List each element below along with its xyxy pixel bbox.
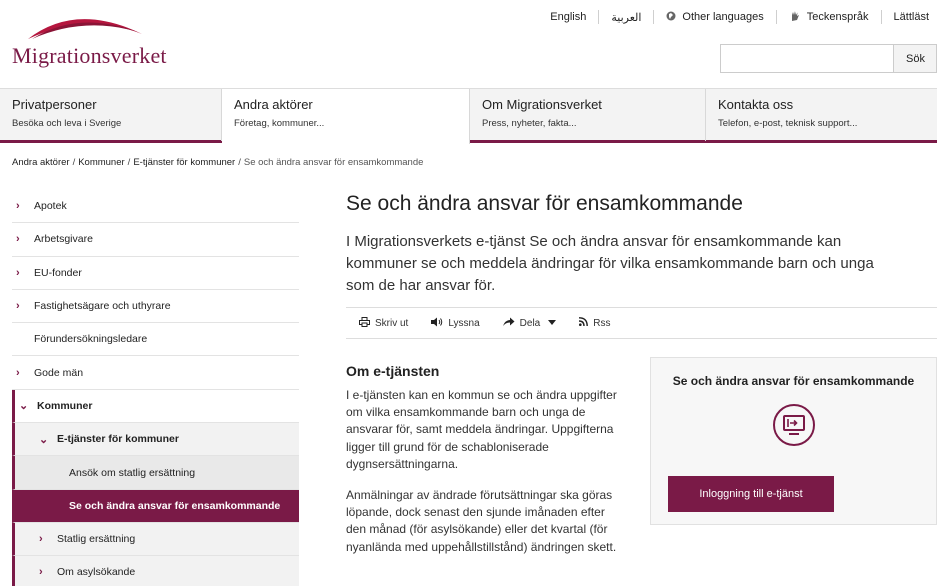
chevron-right-icon: › — [16, 266, 20, 279]
logo-arc-icon — [28, 19, 142, 39]
sidebar-item-apotek[interactable]: › Apotek — [12, 190, 299, 224]
chevron-right-icon: › — [16, 233, 20, 246]
e-service-login-button[interactable]: Inloggning till e-tjänst — [668, 476, 834, 512]
section-heading: Om e-tjänsten — [346, 363, 440, 379]
nav-subtitle: Telefon, e-post, teknisk support... — [718, 118, 858, 129]
chevron-right-icon: › — [39, 533, 43, 546]
page-tools: Skriv ut Lyssna Dela Rss — [346, 307, 937, 339]
nav-privatpersoner[interactable]: Privatpersoner Besöka och leva i Sverige — [0, 89, 222, 141]
sidebar-item-label: EU-fonder — [34, 266, 82, 279]
sidebar-item-ansok-om-statlig-ersattning[interactable]: Ansök om statlig ersättning — [12, 456, 299, 490]
toplink-label: العربية — [611, 11, 642, 24]
toplink-label: Other languages — [682, 11, 764, 23]
nav-subtitle: Företag, kommuner... — [234, 118, 325, 129]
breadcrumb-link[interactable]: Andra aktörer — [12, 157, 70, 168]
share-label: Dela — [519, 317, 541, 329]
sidebar-navigation: › Apotek › Arbetsgivare › EU-fonder › Fastig… — [12, 190, 299, 586]
chevron-right-icon: › — [16, 366, 20, 379]
toplink-label: English — [550, 11, 587, 23]
nav-om-migrationsverket[interactable]: Om Migrationsverket Press, nyheter, fakt… — [470, 89, 706, 141]
sidebar-item-label: Fastighetsägare och uthyrare — [34, 300, 171, 313]
sidebar-item-fastighetsagare[interactable]: › Fastighetsägare och uthyrare — [12, 290, 299, 324]
printer-icon — [359, 316, 370, 330]
globe-icon — [666, 11, 676, 24]
rss-label: Rss — [593, 317, 611, 329]
breadcrumb-link[interactable]: E-tjänster för kommuner — [133, 157, 235, 168]
listen-button[interactable]: Lyssna — [431, 317, 480, 330]
logo-text: Migrationsverket — [12, 43, 167, 68]
page-title: Se och ändra ansvar för ensamkommande — [346, 192, 743, 215]
main-navigation: Privatpersoner Besöka och leva i Sverige… — [0, 88, 937, 144]
migrationsverket-logo[interactable]: Migrationsverket — [12, 8, 182, 68]
print-label: Skriv ut — [375, 317, 409, 329]
nav-subtitle: Besöka och leva i Sverige — [12, 118, 122, 129]
breadcrumb-separator: / — [238, 157, 241, 168]
chevron-down-icon: ⌄ — [39, 433, 49, 446]
nav-subtitle: Press, nyheter, fakta... — [482, 118, 577, 129]
article-paragraph: Anmälningar av ändrade förutsättningar s… — [346, 488, 617, 554]
search-input[interactable] — [720, 44, 893, 73]
sidebar-item-label: Kommuner — [37, 399, 93, 412]
sidebar-item-statlig-ersattning[interactable]: › Statlig ersättning — [12, 522, 299, 557]
share-button[interactable]: Dela — [502, 317, 557, 330]
sidebar-item-gode-man[interactable]: › Gode män — [12, 356, 299, 390]
sidebar-item-label: E-tjänster för kommuner — [57, 433, 179, 446]
sidebar-item-kommuner[interactable]: ⌄ Kommuner — [12, 389, 299, 424]
nav-kontakta-oss[interactable]: Kontakta oss Telefon, e-post, teknisk su… — [706, 89, 937, 141]
e-service-screen-icon — [772, 403, 816, 447]
breadcrumb-separator: / — [72, 157, 76, 168]
speaker-icon — [431, 317, 443, 330]
rss-icon — [579, 317, 589, 329]
sidebar-item-eu-fonder[interactable]: › EU-fonder — [12, 257, 299, 290]
toplink-english[interactable]: English — [538, 10, 600, 24]
article: Om e-tjänsten I e-tjänsten kan en kommun… — [346, 362, 626, 556]
sidebar-item-se-och-andra-ansvar[interactable]: Se och ändra ansvar för ensamkommande — [12, 489, 299, 523]
breadcrumb: Andra aktörer / Kommuner / E-tjänster för ko… — [12, 157, 423, 168]
sidebar-item-label: Arbetsgivare — [34, 233, 93, 246]
breadcrumb-current: Se och ändra ansvar för ensamkommande — [243, 157, 424, 168]
main-content: Se och ändra ansvar för ensamkommande I … — [346, 190, 937, 554]
breadcrumb-link[interactable]: Kommuner — [78, 157, 124, 168]
caret-down-icon — [548, 318, 557, 329]
share-arrow-icon — [502, 317, 515, 330]
rss-button[interactable]: Rss — [579, 317, 610, 329]
chevron-right-icon: › — [39, 566, 43, 579]
card-title: Se och ändra ansvar för ensamkommande — [672, 374, 915, 388]
sign-language-hand-icon — [789, 10, 801, 25]
nav-andra-aktorer[interactable]: Andra aktörer Företag, kommuner... — [222, 89, 470, 144]
toplink-other-languages[interactable]: Other languages — [654, 10, 777, 24]
nav-title: Kontakta oss — [718, 97, 794, 112]
sidebar-item-forundersokningsledare[interactable]: Förundersökningsledare — [12, 323, 299, 357]
toplink-label: Lättläst — [893, 11, 929, 23]
sidebar-item-label: Om asylsökande — [57, 566, 136, 579]
lead-paragraph: I Migrationsverkets e-tjänst Se och ändr… — [346, 233, 874, 294]
chevron-right-icon: › — [16, 300, 20, 313]
sidebar-item-label: Apotek — [34, 200, 67, 213]
e-service-card: Se och ändra ansvar för ensamkommande In… — [650, 357, 937, 525]
nav-title: Om Migrationsverket — [482, 97, 602, 112]
breadcrumb-separator: / — [127, 157, 131, 168]
sidebar-item-om-asylsokande[interactable]: › Om asylsökande — [12, 556, 299, 586]
sidebar-item-arbetsgivare[interactable]: › Arbetsgivare — [12, 223, 299, 257]
nav-title: Andra aktörer — [234, 97, 313, 112]
sidebar-item-label: Ansök om statlig ersättning — [69, 466, 196, 479]
chevron-right-icon: › — [16, 200, 20, 213]
toplink-sign-language[interactable]: Teckenspråk — [777, 10, 882, 24]
article-paragraph: I e-tjänsten kan en kommun se och ändra … — [346, 388, 617, 471]
search-bar: Sök — [720, 44, 937, 73]
sidebar-item-label: Statlig ersättning — [57, 533, 136, 546]
chevron-down-icon: ⌄ — [19, 400, 29, 413]
search-button[interactable]: Sök — [893, 44, 937, 73]
top-links: English العربية Other languages Teckensp… — [538, 10, 937, 24]
sidebar-item-label: Förundersökningsledare — [34, 333, 148, 346]
toplink-arabic[interactable]: العربية — [599, 10, 655, 24]
listen-label: Lyssna — [448, 317, 480, 329]
sidebar-item-e-tjanster-for-kommuner[interactable]: ⌄ E-tjänster för kommuner — [12, 423, 299, 457]
sidebar-item-label: Se och ändra ansvar för ensamkommande — [69, 499, 281, 512]
toplink-label: Teckenspråk — [806, 11, 869, 23]
toplink-easy-read[interactable]: Lättläst — [882, 10, 937, 24]
print-button[interactable]: Skriv ut — [359, 316, 409, 330]
nav-title: Privatpersoner — [12, 97, 97, 112]
sidebar-item-label: Gode män — [34, 366, 84, 379]
